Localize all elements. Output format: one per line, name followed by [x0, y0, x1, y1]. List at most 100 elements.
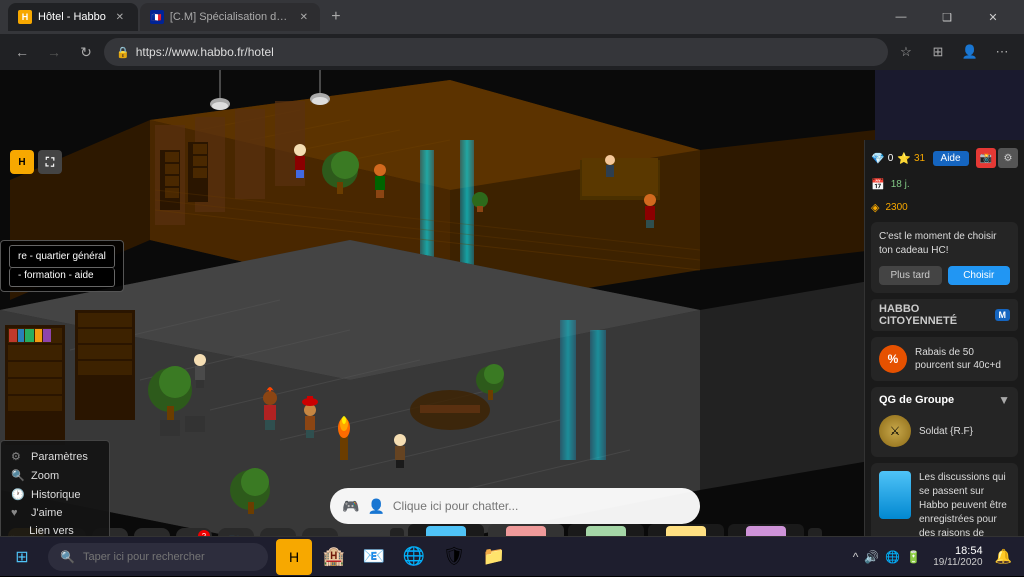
- mail-taskbar[interactable]: 📧: [356, 539, 392, 575]
- params-icon: ⚙: [11, 450, 25, 463]
- edge-taskbar[interactable]: 🌐: [396, 539, 432, 575]
- habbo-logo-button[interactable]: H: [10, 150, 34, 174]
- tab-close-cm[interactable]: ✕: [298, 9, 310, 25]
- discount-box: % Rabais de 50 pourcent sur 40c+d: [871, 337, 1018, 381]
- side-menu-zoom[interactable]: 🔍 Zoom: [7, 466, 103, 485]
- chat-avatar-icon: 👤: [367, 498, 384, 515]
- security-taskbar[interactable]: 🛡: [436, 539, 472, 575]
- tooltip-line2: - formation - aide: [9, 268, 115, 287]
- forward-button[interactable]: →: [40, 38, 68, 66]
- diamonds-stat: 💎 0: [871, 152, 893, 165]
- taskbar-right: ^ 🔊 🌐 🔋 18:54 19/11/2020 🔔: [853, 545, 1024, 568]
- close-button[interactable]: ✕: [970, 0, 1016, 34]
- panel-icon-2[interactable]: ⚙: [998, 148, 1018, 168]
- group-header: QG de Groupe ▼: [879, 393, 1010, 407]
- taskbar-search[interactable]: 🔍: [48, 543, 268, 571]
- extensions-button[interactable]: ⊞: [924, 38, 952, 66]
- choose-button[interactable]: Choisir: [948, 266, 1011, 285]
- profile-button[interactable]: 👤: [956, 38, 984, 66]
- maximize-button[interactable]: ❑: [924, 0, 970, 34]
- sword-icon: ⚔: [890, 424, 901, 438]
- taskbar-clock: 18:54 19/11/2020: [933, 545, 982, 568]
- group-member: ⚔ Soldat {R.F}: [879, 411, 1010, 451]
- group-box: QG de Groupe ▼ ⚔ Soldat {R.F}: [871, 387, 1018, 457]
- address-text: https://www.habbo.fr/hotel: [136, 45, 876, 59]
- side-menu-params[interactable]: ⚙ Paramètres: [7, 447, 103, 466]
- fullscreen-button[interactable]: ⛶: [38, 150, 62, 174]
- folder-taskbar[interactable]: 📁: [476, 539, 512, 575]
- panel-icon-1[interactable]: 📸: [976, 148, 996, 168]
- credits-icon: ⭐: [897, 152, 911, 165]
- bookmark-button[interactable]: ☆: [892, 38, 920, 66]
- tab-bar: H Hôtel - Habbo ✕ 🇫🇷 [C.M] Spécialisatio…: [0, 0, 1024, 34]
- stats-bar: 💎 0 ⭐ 31 Aide 📸 ⚙: [871, 146, 1018, 170]
- battery-icon[interactable]: 🔋: [906, 550, 921, 564]
- refresh-button[interactable]: ↻: [72, 38, 100, 66]
- zoom-label: Zoom: [31, 470, 59, 482]
- chevron-icon[interactable]: ^: [853, 550, 859, 564]
- tooltip-line1: re - quartier général: [9, 245, 115, 268]
- gift-promo-box: C'est le moment de choisir ton cadeau HC…: [871, 222, 1018, 293]
- discount-text: Rabais de 50 pourcent sur 40c+d: [915, 346, 1010, 372]
- history-icon: 🕐: [11, 488, 25, 501]
- side-menu-history[interactable]: 🕐 Historique: [7, 485, 103, 504]
- game-container: H ⛶ re - quartier général - formation - …: [0, 70, 1024, 576]
- lock-icon: 🔒: [116, 46, 130, 59]
- more-button[interactable]: ⋯: [988, 38, 1016, 66]
- new-tab-button[interactable]: +: [322, 3, 350, 31]
- citoyennete-title: HABBO CITOYENNETÉ: [879, 303, 995, 327]
- nav-actions: ☆ ⊞ 👤 ⋯: [892, 38, 1016, 66]
- windows-icon: ⊞: [15, 547, 28, 567]
- tab-cm[interactable]: 🇫🇷 [C.M] Spécialisation de assia944 ✕: [140, 3, 320, 31]
- like-label: J'aime: [31, 507, 62, 519]
- address-bar[interactable]: 🔒 https://www.habbo.fr/hotel: [104, 38, 888, 66]
- time-display: 18:54: [933, 545, 982, 557]
- tab-favicon-cm: 🇫🇷: [150, 10, 164, 24]
- chat-emoji-icon: 🎮: [342, 498, 359, 515]
- chat-input[interactable]: [393, 499, 688, 513]
- pixels-value: 2300: [885, 202, 907, 213]
- volume-icon[interactable]: 🔊: [864, 550, 879, 564]
- tab-label-cm: [C.M] Spécialisation de assia944: [170, 11, 292, 23]
- pixels-icon: ◈: [871, 201, 879, 214]
- promo-buttons: Plus tard Choisir: [879, 266, 1010, 285]
- member-name: Soldat {R.F}: [919, 426, 973, 437]
- start-button[interactable]: ⊞: [0, 537, 44, 577]
- side-menu-like[interactable]: ♥ J'aime: [7, 504, 103, 522]
- tab-close-habbo[interactable]: ✕: [112, 9, 128, 25]
- date-display: 19/11/2020: [933, 557, 982, 568]
- minimize-button[interactable]: —: [878, 0, 924, 34]
- group-avatar-icon: ⚔: [879, 415, 911, 447]
- days-value: 18 j.: [891, 179, 910, 190]
- right-panel: 💎 0 ⭐ 31 Aide 📸 ⚙ 📅 18 j. ◈ 2300 C'est l…: [864, 140, 1024, 576]
- browser-chrome: H Hôtel - Habbo ✕ 🇫🇷 [C.M] Spécialisatio…: [0, 0, 1024, 70]
- tab-favicon-habbo: H: [18, 10, 32, 24]
- params-label: Paramètres: [31, 451, 88, 463]
- aide-button[interactable]: Aide: [933, 151, 969, 166]
- credits-value: 31: [914, 153, 925, 164]
- chat-input-bar[interactable]: 🎮 👤: [330, 488, 700, 524]
- windows-taskbar: ⊞ 🔍 H 🏨 📧 🌐 🛡 📁 ^ 🔊 🌐 🔋 18:54 19/11/2020…: [0, 536, 1024, 576]
- taskbar-app-icons: H 🏨 📧 🌐 🛡 📁: [276, 539, 512, 575]
- game-canvas[interactable]: H ⛶ re - quartier général - formation - …: [0, 70, 875, 576]
- group-title: QG de Groupe: [879, 394, 954, 406]
- mini-controls: H ⛶: [10, 150, 62, 174]
- back-button[interactable]: ←: [8, 38, 36, 66]
- calendar-icon: 📅: [871, 178, 885, 191]
- network-icon[interactable]: 🌐: [885, 550, 900, 564]
- nav-bar: ← → ↻ 🔒 https://www.habbo.fr/hotel ☆ ⊞ 👤…: [0, 34, 1024, 70]
- discount-icon: %: [879, 345, 907, 373]
- habbo-hotel-taskbar[interactable]: 🏨: [316, 539, 352, 575]
- diamonds-icon: 💎: [871, 152, 885, 165]
- search-icon: 🔍: [60, 550, 75, 564]
- like-icon: ♥: [11, 507, 25, 519]
- habbo-taskbar-icon[interactable]: H: [276, 539, 312, 575]
- notification-icon[interactable]: 🔔: [995, 548, 1012, 565]
- room-context-tooltip: re - quartier général - formation - aide: [0, 240, 124, 292]
- pixels-stat-row: ◈ 2300: [871, 199, 1018, 216]
- later-button[interactable]: Plus tard: [879, 266, 942, 285]
- taskbar-search-input[interactable]: [83, 551, 243, 563]
- group-dropdown-icon[interactable]: ▼: [998, 393, 1010, 407]
- system-tray: ^ 🔊 🌐 🔋: [853, 550, 922, 564]
- tab-habbo[interactable]: H Hôtel - Habbo ✕: [8, 3, 138, 31]
